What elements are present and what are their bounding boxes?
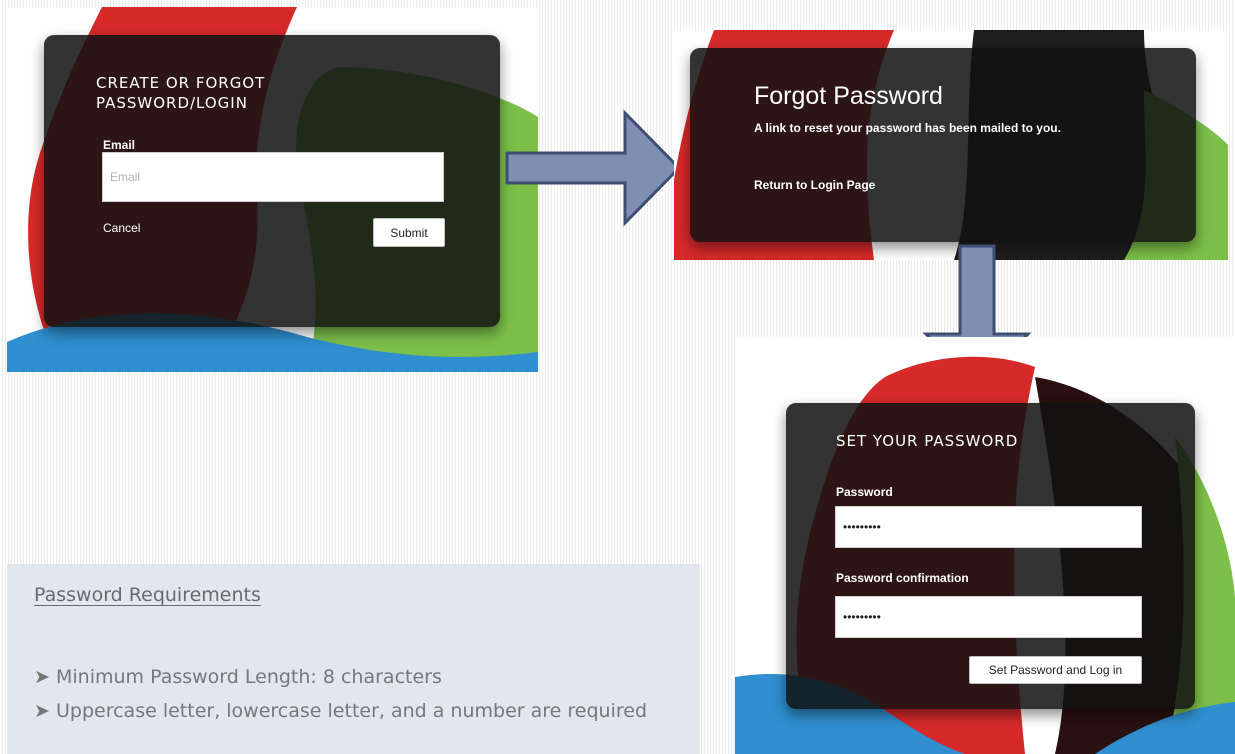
password-confirmation-label: Password confirmation [836,571,969,585]
right-arrow-icon [505,109,682,227]
requirements-title: Password Requirements [34,584,261,606]
password-requirements-box: Password Requirements ➤ Minimum Password … [7,564,700,754]
cancel-link[interactable]: Cancel [103,221,140,235]
reset-message: A link to reset your password has been m… [754,121,1061,135]
create-forgot-card: CREATE OR FORGOT PASSWORD/LOGIN Email Em… [44,35,500,327]
email-label: Email [103,138,136,152]
email-input[interactable]: Email [102,152,444,202]
set-password-and-login-button[interactable]: Set Password and Log in [969,656,1142,684]
password-label: Password [836,485,893,499]
screenshot-set-password: SET YOUR PASSWORD Password ••••••••• Pas… [735,337,1235,754]
card-title: SET YOUR PASSWORD [836,432,1019,450]
card-title: CREATE OR FORGOT PASSWORD/LOGIN [96,74,266,112]
password-input[interactable]: ••••••••• [835,506,1142,548]
forgot-password-card: Forgot Password A link to reset your pas… [690,48,1196,242]
requirement-item: ➤ Minimum Password Length: 8 characters [34,666,442,688]
requirement-item: ➤ Uppercase letter, lowercase letter, and… [34,700,648,722]
screenshot-forgot-password: Forgot Password A link to reset your pas… [674,30,1228,260]
screenshot-create-forgot: CREATE OR FORGOT PASSWORD/LOGIN Email Em… [7,7,538,372]
submit-button[interactable]: Submit [373,218,445,247]
arrow-bullet-icon: ➤ [34,700,50,722]
password-confirmation-input[interactable]: ••••••••• [835,596,1142,638]
card-title: Forgot Password [754,82,943,110]
return-to-login-link[interactable]: Return to Login Page [754,178,875,192]
set-password-card: SET YOUR PASSWORD Password ••••••••• Pas… [786,403,1195,709]
arrow-bullet-icon: ➤ [34,666,50,688]
